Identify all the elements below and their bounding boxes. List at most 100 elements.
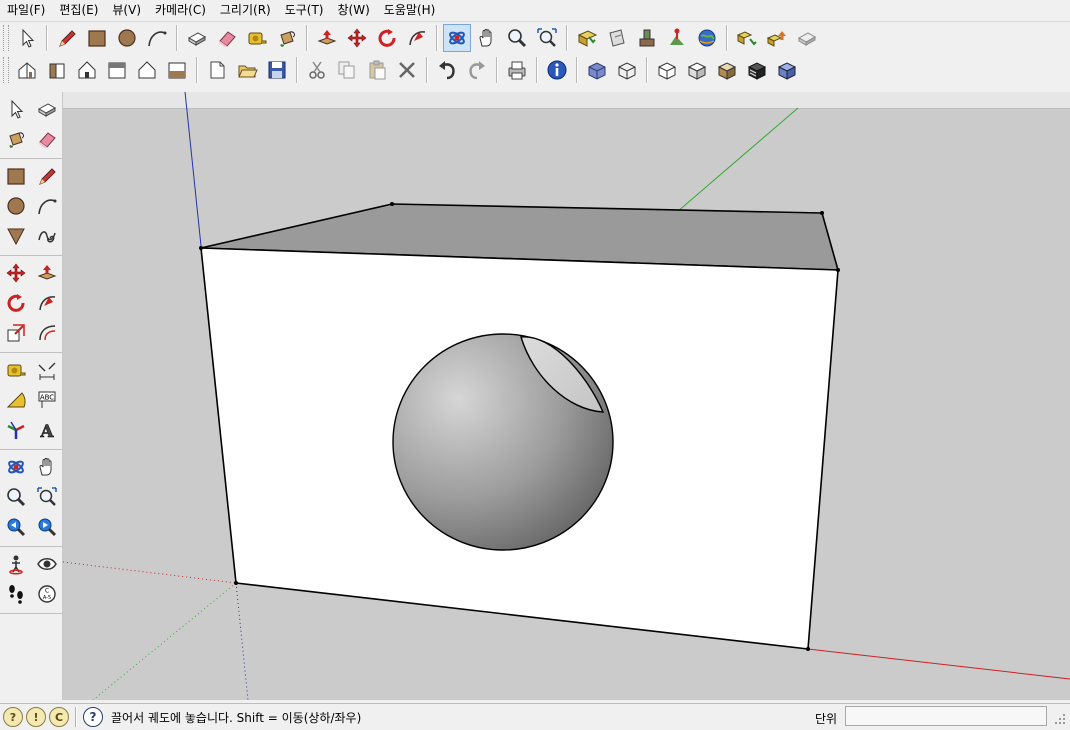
make-component-tool[interactable] <box>33 95 61 123</box>
line-tool[interactable] <box>33 162 61 190</box>
select-tool[interactable] <box>2 95 30 123</box>
move-tool[interactable] <box>343 24 371 52</box>
menu-item[interactable]: 그리기(R) <box>213 0 278 21</box>
follow-me-tool[interactable] <box>403 24 431 52</box>
rotate-tool[interactable] <box>373 24 401 52</box>
menu-item[interactable]: 파일(F) <box>0 0 52 21</box>
scene-canvas[interactable] <box>63 92 1070 700</box>
pan-tool[interactable] <box>33 453 61 481</box>
toolbar-grip[interactable] <box>3 57 9 83</box>
component-share-tool[interactable] <box>763 24 791 52</box>
menu-item[interactable]: 창(W) <box>331 0 377 21</box>
zoom-tool[interactable] <box>503 24 531 52</box>
shaded-blue-tool[interactable] <box>773 56 801 84</box>
get-photo-texture-tool[interactable] <box>633 24 661 52</box>
eraser-tool[interactable] <box>213 24 241 52</box>
dimension-tool[interactable] <box>33 356 61 384</box>
scale-tool[interactable] <box>2 319 30 347</box>
sign-in-icon[interactable]: C <box>49 707 69 727</box>
arc-tool[interactable] <box>33 192 61 220</box>
new-tool[interactable] <box>203 56 231 84</box>
menu-item[interactable]: 카메라(C) <box>148 0 213 21</box>
follow-me-tool[interactable] <box>33 289 61 317</box>
menu-item[interactable]: 뷰(V) <box>105 0 148 21</box>
circle-tool[interactable] <box>2 192 30 220</box>
protractor-tool[interactable] <box>2 386 30 414</box>
add-location-tool[interactable] <box>663 24 691 52</box>
rotate-tool[interactable] <box>2 289 30 317</box>
orbit-tool[interactable] <box>443 24 471 52</box>
push-pull-tool[interactable] <box>313 24 341 52</box>
front-view-tool[interactable] <box>43 56 71 84</box>
paste-tool[interactable] <box>363 56 391 84</box>
text-tool[interactable]: ABC <box>33 386 61 414</box>
get-models-tool[interactable] <box>573 24 601 52</box>
resize-grip-icon[interactable] <box>1053 712 1067 726</box>
paint-bucket-tool[interactable] <box>273 24 301 52</box>
position-camera-tool[interactable] <box>2 550 30 578</box>
polygon-tool[interactable] <box>2 222 30 250</box>
rectangle-tool[interactable] <box>2 162 30 190</box>
cut-tool[interactable] <box>303 56 331 84</box>
hidden-line-tool[interactable] <box>653 56 681 84</box>
axes-tool[interactable] <box>2 416 30 444</box>
menu-item[interactable]: 도구(T) <box>278 0 331 21</box>
print-tool[interactable] <box>503 56 531 84</box>
arc-tool[interactable] <box>143 24 171 52</box>
model-info-tool[interactable] <box>543 56 571 84</box>
shaded-textures-tool[interactable] <box>713 56 741 84</box>
delete-tool[interactable] <box>393 56 421 84</box>
3d-text-tool[interactable]: A <box>33 416 61 444</box>
paint-bucket-tool[interactable] <box>2 125 30 153</box>
pan-tool[interactable] <box>473 24 501 52</box>
circle-tool[interactable] <box>113 24 141 52</box>
zoom-extents-tool[interactable] <box>533 24 561 52</box>
wireframe-tool[interactable] <box>613 56 641 84</box>
monochrome-tool[interactable] <box>743 56 771 84</box>
component-get-tool[interactable] <box>733 24 761 52</box>
zoom-extents-tool[interactable] <box>33 483 61 511</box>
copy-tool[interactable] <box>333 56 361 84</box>
push-pull-tool[interactable] <box>33 259 61 287</box>
model-viewport[interactable] <box>63 92 1070 700</box>
next-view-tool[interactable] <box>33 513 61 541</box>
make-component-tool[interactable] <box>183 24 211 52</box>
geo-location-icon[interactable]: ? <box>3 707 23 727</box>
credits-icon[interactable]: ! <box>26 707 46 727</box>
redo-tool[interactable] <box>463 56 491 84</box>
help-icon[interactable]: ? <box>83 707 103 727</box>
eraser-tool[interactable] <box>33 125 61 153</box>
open-tool[interactable] <box>233 56 261 84</box>
tape-measure-tool[interactable] <box>2 356 30 384</box>
measurements-box[interactable] <box>845 706 1047 726</box>
move-tool[interactable] <box>2 259 30 287</box>
orbit-tool[interactable] <box>2 453 30 481</box>
freehand-tool[interactable] <box>33 222 61 250</box>
share-model-tool[interactable] <box>603 24 631 52</box>
xray-tool[interactable] <box>583 56 611 84</box>
shaded-tool[interactable] <box>683 56 711 84</box>
look-around-tool[interactable] <box>33 550 61 578</box>
extension-tool[interactable] <box>793 24 821 52</box>
offset-tool[interactable] <box>33 319 61 347</box>
toolbar-grip[interactable] <box>3 25 9 51</box>
menu-item[interactable]: 도움말(H) <box>377 0 443 21</box>
undo-tool[interactable] <box>433 56 461 84</box>
tape-measure-tool[interactable] <box>243 24 271 52</box>
walk-tool[interactable] <box>2 580 30 608</box>
back-view-tool[interactable] <box>103 56 131 84</box>
circular-hole[interactable] <box>392 333 614 551</box>
top-view-tool[interactable] <box>163 56 191 84</box>
rectangle-tool[interactable] <box>83 24 111 52</box>
left-view-tool[interactable] <box>133 56 161 84</box>
right-view-tool[interactable] <box>73 56 101 84</box>
section-plane-tool[interactable]: C A-5 <box>33 580 61 608</box>
save-tool[interactable] <box>263 56 291 84</box>
iso-view-tool[interactable] <box>13 56 41 84</box>
menu-item[interactable]: 편집(E) <box>52 0 105 21</box>
zoom-tool[interactable] <box>2 483 30 511</box>
line-tool[interactable] <box>53 24 81 52</box>
previous-view-tool[interactable] <box>2 513 30 541</box>
google-earth-tool[interactable] <box>693 24 721 52</box>
select-tool[interactable] <box>13 24 41 52</box>
